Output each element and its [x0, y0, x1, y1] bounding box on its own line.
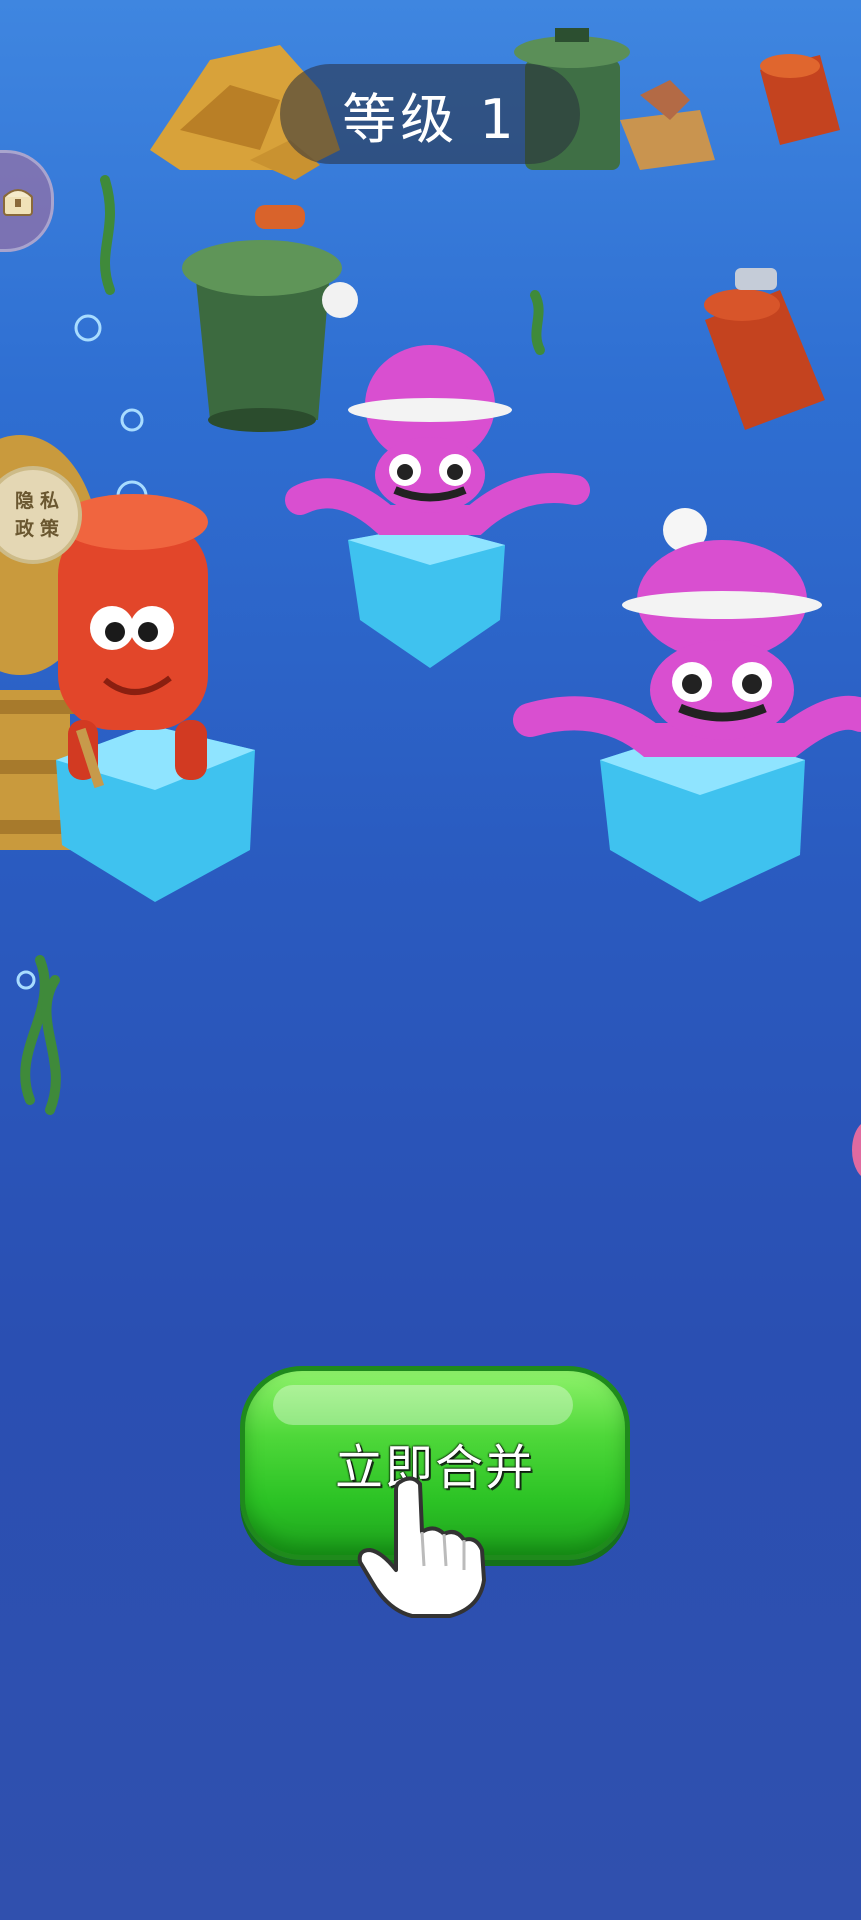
tap-hand-icon	[357, 1476, 486, 1618]
underwater-scene	[0, 28, 861, 1176]
barrel-right	[704, 268, 825, 430]
pink-fish-edge	[852, 1124, 861, 1176]
crate-top	[620, 80, 715, 170]
octopus-right	[513, 508, 861, 757]
platform-center	[348, 525, 505, 668]
octopus-center	[285, 345, 590, 535]
level-indicator: 等级 1	[280, 64, 580, 164]
level-label: 等级 1	[342, 87, 518, 151]
privacy-policy-label: 隐私政策	[14, 490, 65, 540]
trash-can-left	[182, 205, 358, 432]
barrel-top-right	[760, 54, 840, 145]
treasure-chest-icon	[3, 189, 33, 216]
